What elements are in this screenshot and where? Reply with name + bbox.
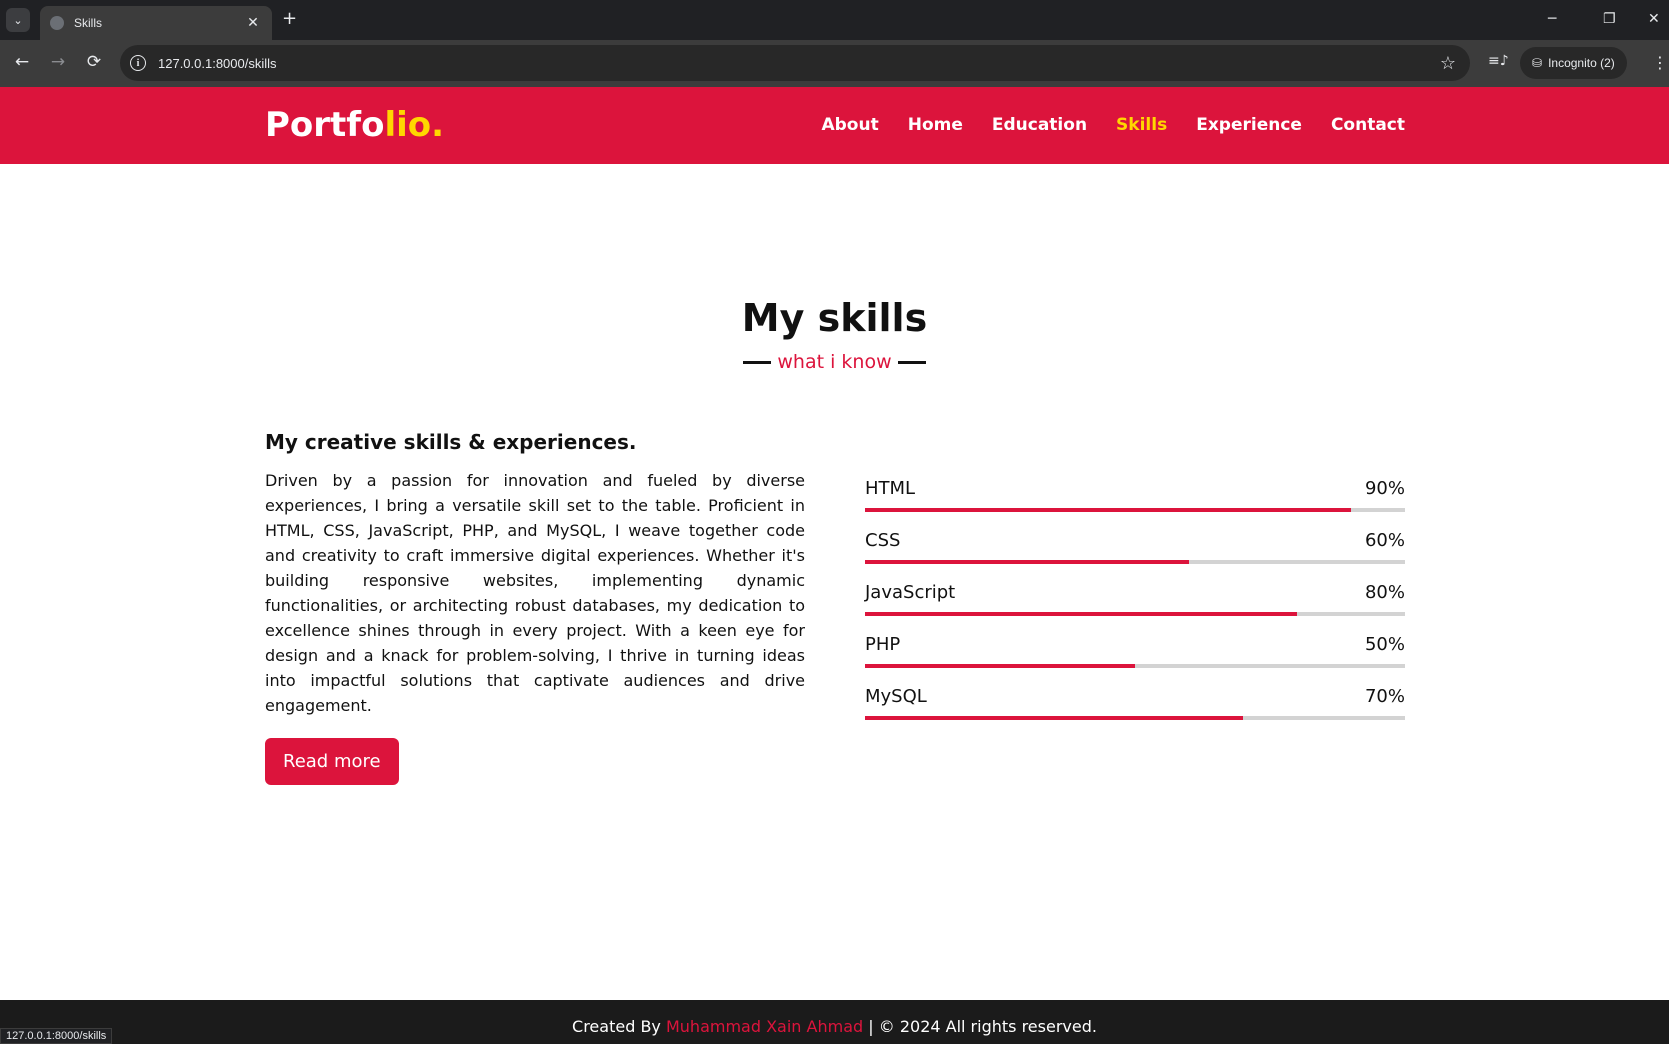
footer-author-link[interactable]: Muhammad Xain Ahmad <box>666 1017 863 1036</box>
nav-link-about[interactable]: About <box>821 115 878 135</box>
close-tab-icon[interactable]: ✕ <box>244 15 262 31</box>
skill-percent: 50% <box>1364 634 1405 655</box>
skill-bar-mysql: MySQL 70% <box>865 686 1405 738</box>
browser-menu-icon[interactable]: ⋮ <box>1652 53 1668 72</box>
site-header: Portfolio. About Home Education Skills E… <box>0 87 1669 164</box>
skill-name: CSS <box>865 530 901 551</box>
skill-name: HTML <box>865 478 916 499</box>
forward-icon[interactable]: → <box>46 52 70 72</box>
tab-search-icon[interactable]: ⌄ <box>6 8 30 32</box>
incognito-icon: ⛁ <box>1532 56 1543 70</box>
skill-fill <box>865 560 1189 564</box>
browser-tab[interactable]: Skills ✕ <box>40 6 272 40</box>
tab-title: Skills <box>74 16 103 30</box>
skill-track <box>865 560 1405 564</box>
new-tab-icon[interactable]: + <box>282 10 297 28</box>
skill-fill <box>865 612 1297 616</box>
skill-percent: 60% <box>1364 530 1405 551</box>
section-title: My skills <box>741 296 928 340</box>
skill-fill <box>865 508 1351 512</box>
skills-description: My creative skills & experiences. Driven… <box>265 430 805 785</box>
skill-bars: HTML 90% CSS 60% JavaScript 80% PHP 50% MySQ… <box>865 478 1405 738</box>
footer-copyright: | © 2024 All rights reserved. <box>868 1017 1097 1036</box>
skill-track <box>865 664 1405 668</box>
browser-tabbar: ⌄ Skills ✕ + ─ ❐ ✕ <box>0 0 1669 40</box>
skill-percent: 90% <box>1364 478 1405 499</box>
url-text[interactable]: 127.0.0.1:8000/skills <box>158 56 1440 71</box>
footer-prefix: Created By <box>572 1017 661 1036</box>
skill-fill <box>865 716 1243 720</box>
logo-accent: lio. <box>384 105 445 145</box>
site-logo[interactable]: Portfolio. <box>265 105 444 145</box>
nav-link-home[interactable]: Home <box>908 115 963 135</box>
subtitle-text: what i know <box>777 351 892 373</box>
globe-icon <box>50 16 64 30</box>
site-footer: Created By Muhammad Xain Ahmad | © 2024 … <box>0 1000 1669 1044</box>
section-subtitle: what i know <box>0 351 1669 373</box>
skill-name: PHP <box>865 634 901 655</box>
skill-track <box>865 716 1405 720</box>
subtitle-line-left <box>743 360 772 364</box>
skill-bar-javascript: JavaScript 80% <box>865 582 1405 634</box>
skill-track <box>865 508 1405 512</box>
minimize-icon[interactable]: ─ <box>1548 10 1556 28</box>
restore-icon[interactable]: ❐ <box>1603 10 1616 28</box>
skill-percent: 80% <box>1364 582 1405 603</box>
incognito-button[interactable]: ⛁ Incognito (2) <box>1520 47 1627 79</box>
skills-heading: My creative skills & experiences. <box>265 430 637 454</box>
browser-toolbar: ← → ⟳ i 127.0.0.1:8000/skills ☆ ≡♪ ⛁ Inc… <box>0 40 1669 87</box>
read-more-button[interactable]: Read more <box>265 738 399 785</box>
skill-bar-php: PHP 50% <box>865 634 1405 686</box>
nav-link-education[interactable]: Education <box>992 115 1087 135</box>
logo-main: Portfo <box>265 105 385 145</box>
skill-percent: 70% <box>1364 686 1405 707</box>
site-info-icon[interactable]: i <box>130 55 146 71</box>
nav-link-experience[interactable]: Experience <box>1196 115 1302 135</box>
close-window-icon[interactable]: ✕ <box>1648 10 1660 28</box>
skill-bar-css: CSS 60% <box>865 530 1405 582</box>
skill-bar-html: HTML 90% <box>865 478 1405 530</box>
skill-name: JavaScript <box>865 582 956 603</box>
address-bar[interactable]: i 127.0.0.1:8000/skills ☆ <box>120 45 1470 81</box>
skill-name: MySQL <box>865 686 927 707</box>
reload-icon[interactable]: ⟳ <box>82 52 106 72</box>
subtitle-line-right <box>897 360 926 364</box>
media-control-icon[interactable]: ≡♪ <box>1488 53 1509 69</box>
status-bar-url: 127.0.0.1:8000/skills <box>0 1028 113 1044</box>
main-nav: About Home Education Skills Experience C… <box>792 115 1405 135</box>
skill-track <box>865 612 1405 616</box>
nav-link-skills[interactable]: Skills <box>1116 115 1167 135</box>
nav-link-contact[interactable]: Contact <box>1331 115 1405 135</box>
skill-fill <box>865 664 1135 668</box>
bookmark-star-icon[interactable]: ☆ <box>1440 53 1456 74</box>
incognito-label: Incognito (2) <box>1548 56 1615 70</box>
skills-paragraph: Driven by a passion for innovation and f… <box>265 471 805 715</box>
back-icon[interactable]: ← <box>10 52 34 72</box>
